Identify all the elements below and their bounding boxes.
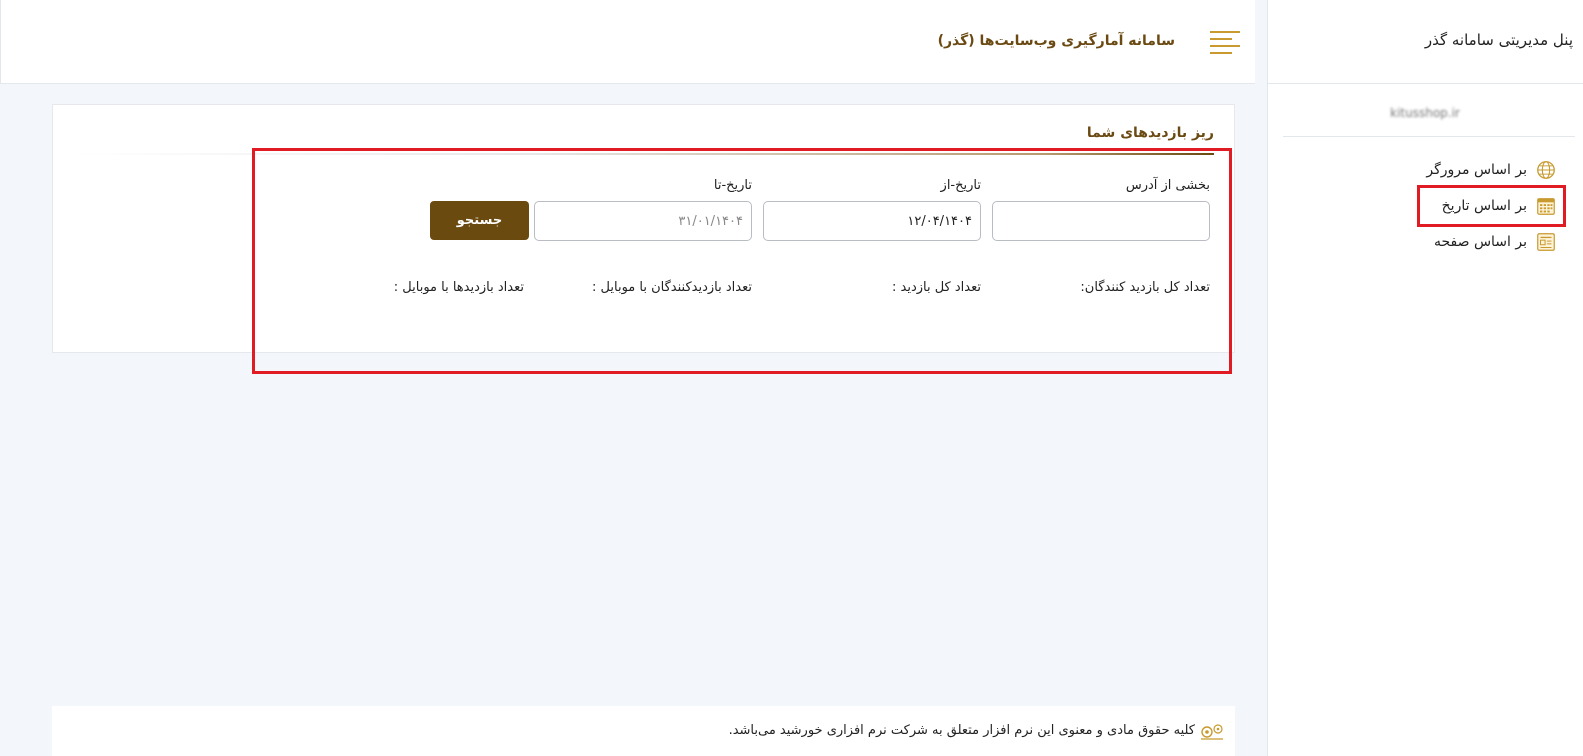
sidebar-item-label: بر اساس مرورگر: [1426, 162, 1527, 178]
date-from-label: تاریخ-از: [940, 178, 981, 193]
sidebar-header: پنل مدیریتی سامانه گذر: [1268, 0, 1583, 84]
search-button[interactable]: جستجو: [430, 201, 529, 240]
date-from-input[interactable]: [763, 201, 981, 241]
sidebar-item-label: بر اساس صفحه: [1433, 234, 1527, 250]
address-input[interactable]: [992, 201, 1210, 241]
sidebar: پنل مدیریتی سامانه گذر kitusshop.ir بر ا…: [1267, 0, 1583, 756]
globe-icon: [1537, 161, 1555, 179]
total-visits-stat: تعداد کل بازدید :: [891, 280, 981, 295]
footer: کلیه حقوق مادی و معنوی این نرم افزار متع…: [52, 706, 1235, 756]
app-title: سامانه آمارگیری وب‌سایت‌ها (گذر): [937, 33, 1175, 49]
address-label: بخشی از آدرس: [1125, 178, 1210, 193]
panel-title: پنل مدیریتی سامانه گذر: [1424, 31, 1573, 49]
company-logo-icon: [1201, 724, 1223, 740]
sidebar-item-label: بر اساس تاریخ: [1441, 198, 1527, 214]
card-title: ریز بازدیدهای شما: [1086, 125, 1214, 141]
mobile-visits-stat: تعداد بازدیدها با موبایل :: [393, 280, 524, 295]
sidebar-item-date[interactable]: بر اساس تاریخ: [1417, 185, 1566, 227]
date-to-label: تاریخ-تا: [713, 178, 752, 193]
top-bar: سامانه آمارگیری وب‌سایت‌ها (گذر): [0, 0, 1255, 84]
sidebar-item-browser[interactable]: بر اساس مرورگر: [1420, 152, 1563, 188]
hamburger-icon[interactable]: [1195, 0, 1255, 84]
sidebar-item-page[interactable]: بر اساس صفحه: [1420, 224, 1563, 260]
mobile-visitors-stat: تعداد بازدیدکنندگان با موبایل :: [592, 280, 752, 295]
site-name: kitusshop.ir: [1390, 106, 1460, 120]
copyright-text: کلیه حقوق مادی و معنوی این نرم افزار متع…: [728, 723, 1195, 738]
sidebar-menu: بر اساس مرورگر بر اساس تاریخ بر اساس صفح…: [1417, 152, 1566, 260]
visits-card: ریز بازدیدهای شما بخشی از آدرس تاریخ-از …: [52, 104, 1235, 353]
card-title-underline: [74, 153, 1214, 155]
calendar-icon: [1537, 198, 1555, 215]
date-to-input[interactable]: [534, 201, 752, 241]
total-visitors-stat: تعداد کل بازدید کنندگان:: [1080, 280, 1210, 295]
page-icon: [1537, 233, 1555, 251]
sidebar-divider: [1283, 136, 1575, 137]
